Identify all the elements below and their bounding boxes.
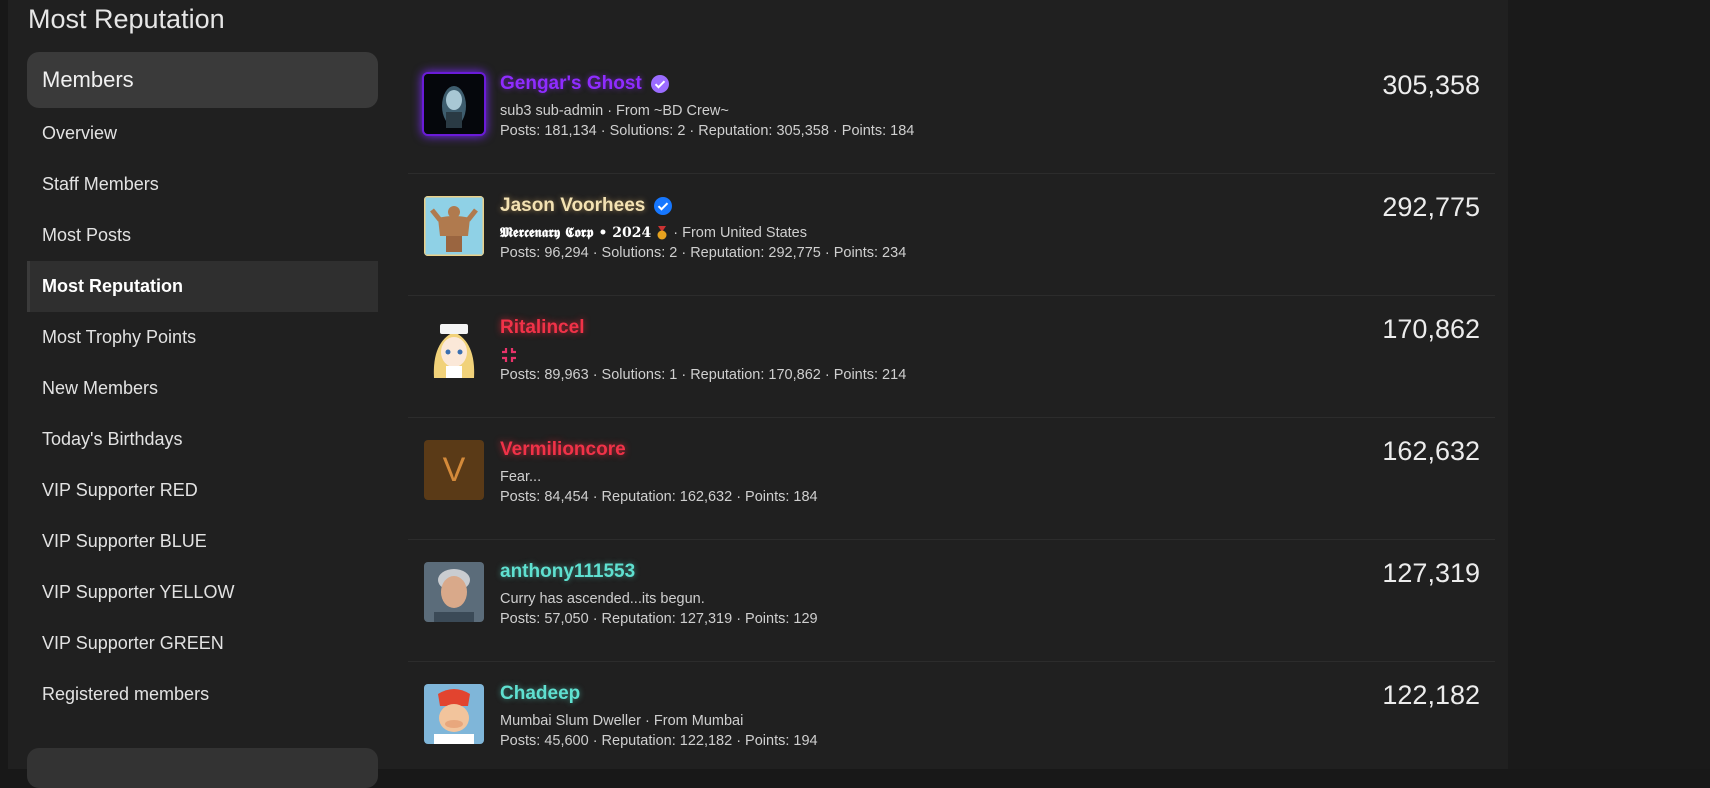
reputation-value: 292,775: [1382, 192, 1480, 222]
sidebar-item-most-trophy-points[interactable]: Most Trophy Points: [27, 312, 378, 363]
anime-girl-avatar-icon: [424, 318, 484, 378]
sidebar-header-members[interactable]: Members: [27, 52, 378, 108]
avatar[interactable]: [424, 196, 484, 256]
username-link[interactable]: Jason Voorhees: [500, 195, 645, 217]
user-title: 𝕸𝖊𝖗𝖈𝖊𝖓𝖆𝖗𝖞 𝕮𝖔𝖗𝖕 • 2024 · From United Stat…: [500, 222, 906, 244]
member-row: V Vermilioncore Fear... Posts: 84,454 · …: [408, 418, 1495, 540]
member-row: Ritalincel Posts: 89,963 · Solutions: 1 …: [408, 296, 1495, 418]
username-link[interactable]: Vermilioncore: [500, 439, 626, 461]
man-portrait-avatar-icon: [424, 562, 484, 622]
user-title: Mumbai Slum Dweller · From Mumbai: [500, 713, 744, 729]
bodybuilder-avatar-icon: [424, 196, 484, 256]
verified-purple-icon: [650, 74, 670, 94]
username-link[interactable]: Chadeep: [500, 683, 580, 705]
sidebar-item-vip-green[interactable]: VIP Supporter GREEN: [27, 618, 378, 669]
medal-icon: [655, 226, 669, 240]
avatar[interactable]: [424, 318, 484, 378]
user-stats: Posts: 57,050 · Reputation: 127,319 · Po…: [500, 611, 818, 627]
user-title-fraktur: 𝕸𝖊𝖗𝖈𝖊𝖓𝖆𝖗𝖞 𝕮𝖔𝖗𝖕 • 2024: [500, 225, 652, 241]
user-title: Fear...: [500, 469, 542, 485]
username-link[interactable]: anthony111553: [500, 561, 635, 583]
members-sidebar: Members Overview Staff Members Most Post…: [27, 52, 378, 788]
reputation-value: 305,358: [1382, 70, 1480, 100]
page-title: Most Reputation: [28, 4, 225, 34]
member-row: Gengar's Ghost sub3 sub-admin · From ~BD…: [408, 52, 1495, 174]
member-row: anthony111553 Curry has ascended...its b…: [408, 540, 1495, 662]
avatar[interactable]: [424, 74, 484, 134]
member-row: Jason Voorhees 𝕸𝖊𝖗𝖈𝖊𝖓𝖆𝖗𝖞 𝕮𝖔𝖗𝖕 • 2024 · F…: [408, 174, 1495, 296]
sidebar-item-vip-yellow[interactable]: VIP Supporter YELLOW: [27, 567, 378, 618]
reputation-value: 122,182: [1382, 680, 1480, 710]
member-row: Chadeep Mumbai Slum Dweller · From Mumba…: [408, 662, 1495, 783]
sidebar-item-most-posts[interactable]: Most Posts: [27, 210, 378, 261]
user-title: sub3 sub-admin · From ~BD Crew~: [500, 103, 729, 119]
username-link[interactable]: Gengar's Ghost: [500, 73, 642, 95]
anger-symbol-icon: [500, 346, 518, 364]
member-list: Gengar's Ghost sub3 sub-admin · From ~BD…: [408, 52, 1495, 783]
user-stats: Posts: 84,454 · Reputation: 162,632 · Po…: [500, 489, 818, 505]
reputation-value: 170,862: [1382, 314, 1480, 344]
cartoon-avatar-icon: [424, 684, 484, 744]
sidebar-item-new-members[interactable]: New Members: [27, 363, 378, 414]
user-stats: Posts: 181,134 · Solutions: 2 · Reputati…: [500, 123, 915, 139]
sidebar-next-block: [27, 748, 378, 788]
sidebar-item-todays-birthdays[interactable]: Today's Birthdays: [27, 414, 378, 465]
right-gutter: [1508, 0, 1710, 769]
sidebar-item-registered-members[interactable]: Registered members: [27, 669, 378, 720]
sidebar-item-vip-red[interactable]: VIP Supporter RED: [27, 465, 378, 516]
user-title-location: · From United States: [673, 225, 807, 241]
sidebar-item-most-reputation[interactable]: Most Reputation: [27, 261, 378, 312]
page-container: Most Reputation Members Overview Staff M…: [8, 0, 1508, 788]
reputation-value: 162,632: [1382, 436, 1480, 466]
sidebar-item-staff-members[interactable]: Staff Members: [27, 159, 378, 210]
user-stats: Posts: 96,294 · Solutions: 2 · Reputatio…: [500, 245, 907, 261]
reputation-value: 127,319: [1382, 558, 1480, 588]
sidebar-item-vip-blue[interactable]: VIP Supporter BLUE: [27, 516, 378, 567]
sidebar-item-overview[interactable]: Overview: [27, 108, 378, 159]
avatar[interactable]: [424, 562, 484, 622]
user-title: Curry has ascended...its begun.: [500, 591, 705, 607]
avatar[interactable]: [424, 684, 484, 744]
username-link[interactable]: Ritalincel: [500, 317, 584, 339]
user-stats: Posts: 45,600 · Reputation: 122,182 · Po…: [500, 733, 818, 749]
avatar[interactable]: V: [424, 440, 484, 500]
user-stats: Posts: 89,963 · Solutions: 1 · Reputatio…: [500, 367, 907, 383]
verified-blue-icon: [653, 196, 673, 216]
ghost-avatar-icon: [424, 74, 484, 134]
user-title: [500, 344, 906, 366]
